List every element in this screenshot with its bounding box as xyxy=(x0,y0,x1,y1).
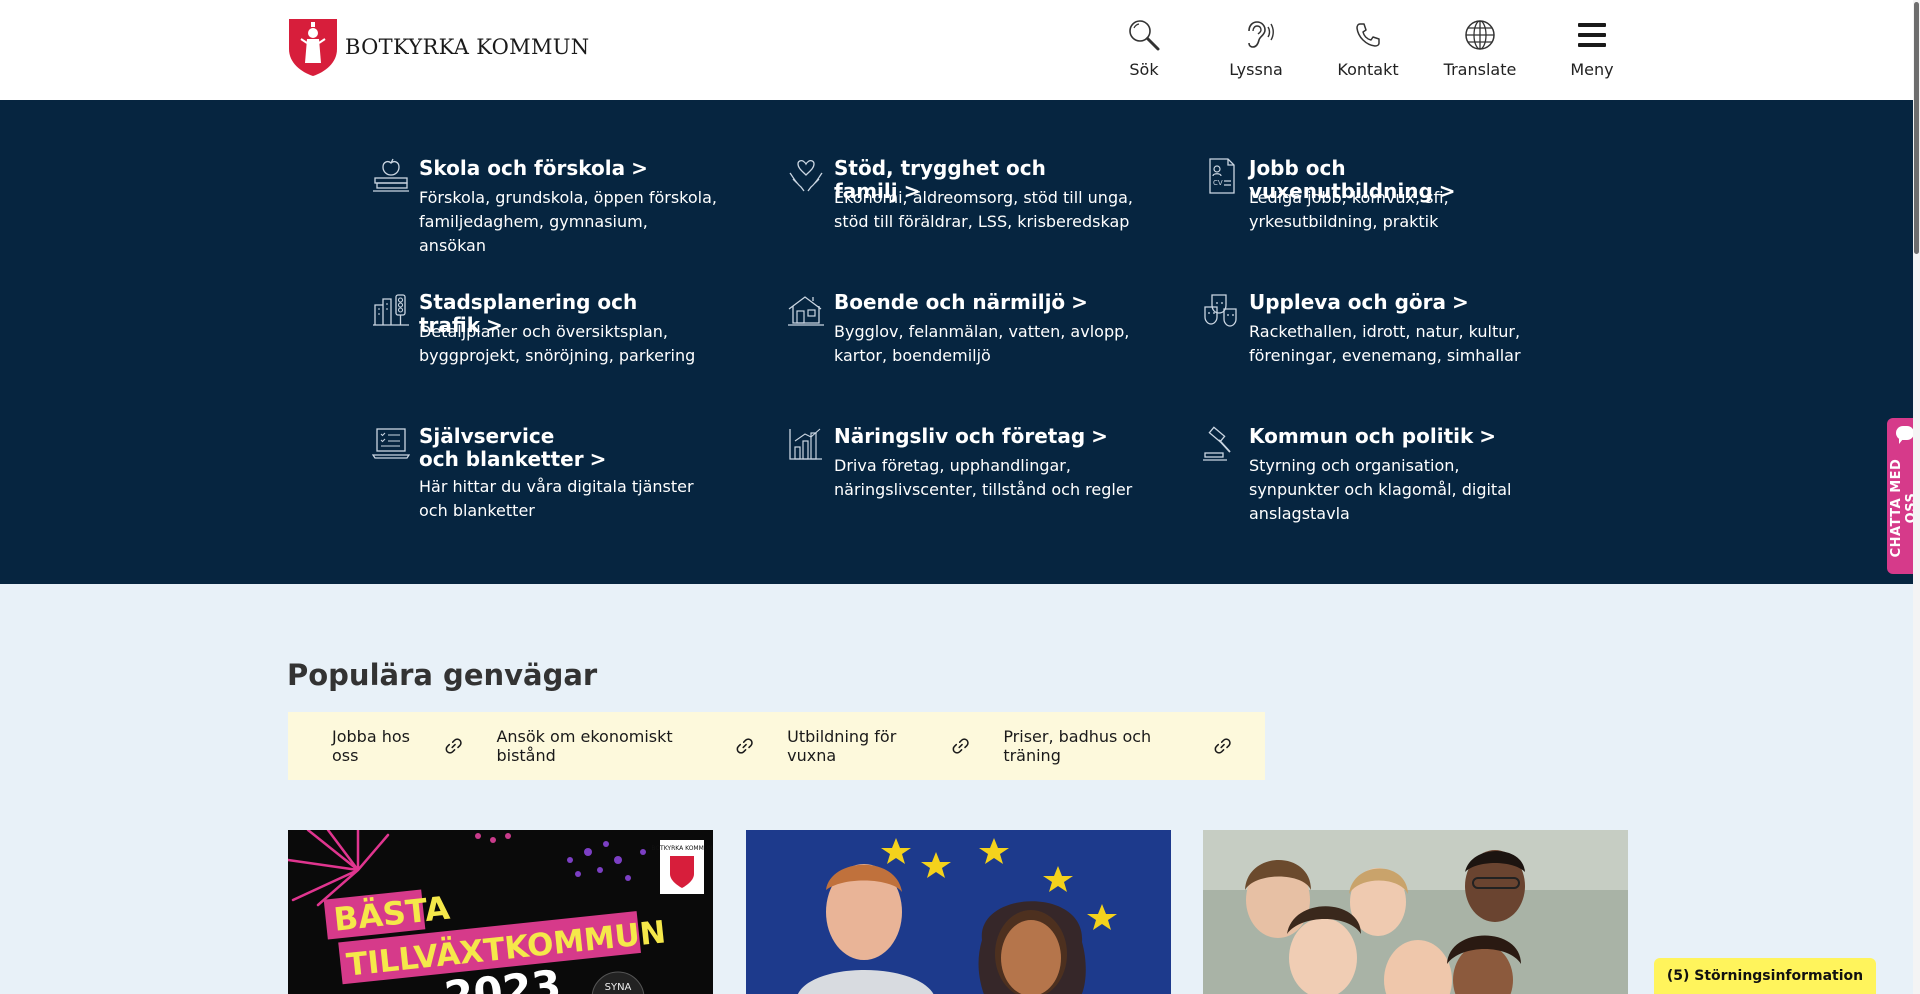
school-apple-icon xyxy=(373,158,409,192)
topic-title: Självservice och blanketter > xyxy=(419,424,607,471)
topics-panel: Skola och förskola > Förskola, grundskola… xyxy=(0,100,1913,584)
chevron-right-icon: > xyxy=(631,156,648,180)
shortcut-priser-badhus[interactable]: Priser, badhus och träning xyxy=(1003,727,1231,765)
card-logo-text: BOTKYRKA KOMMUN xyxy=(651,845,712,852)
header-nav: Sök Lyssna Kontakt Translate Meny xyxy=(1088,16,1648,86)
popular-shortcuts-bar: Jobba hos oss Ansök om ekonomiskt bistån… xyxy=(288,712,1265,780)
disturbance-label: (5) Störningsinformation xyxy=(1666,968,1864,984)
topic-description: Bygglov, felanmälan, vatten, avlopp, kar… xyxy=(834,322,1130,365)
card-image-group-of-youths xyxy=(1203,830,1628,994)
translate-label: Translate xyxy=(1443,60,1517,79)
shortcut-label: Utbildning för vuxna xyxy=(787,727,897,765)
city-traffic-icon xyxy=(373,294,409,326)
chevron-right-icon: > xyxy=(1091,424,1108,448)
news-card-tillvaxtkommun[interactable]: BOTKYRKA KOMMUN BÄSTA TILLVÄXTKOMMUN 202… xyxy=(288,830,713,994)
shortcut-utbildning-for-vuxna[interactable]: Utbildning för vuxna xyxy=(787,727,969,765)
shortcut-label: Priser, badhus och träning xyxy=(1003,727,1152,765)
bar-chart-icon xyxy=(789,428,822,460)
contact-button[interactable]: Kontakt xyxy=(1312,16,1424,86)
disturbance-info-button[interactable]: (5) Störningsinformation xyxy=(1654,958,1876,994)
shortcut-ekonomiskt-bistand[interactable]: Ansök om ekonomiskt bistånd xyxy=(496,727,753,765)
shortcut-label: Jobba hos oss xyxy=(332,727,410,765)
listen-button[interactable]: Lyssna xyxy=(1200,16,1312,86)
popular-shortcuts-heading: Populära genvägar xyxy=(287,658,598,692)
logo-text: BOTKYRKA KOMMUN xyxy=(345,35,590,59)
listen-label: Lyssna xyxy=(1229,60,1283,79)
phone-icon xyxy=(1349,16,1387,54)
card-badge-text: SYNA xyxy=(605,982,632,993)
chat-bubble-icon xyxy=(1896,426,1914,444)
gavel-icon xyxy=(1203,426,1231,461)
news-card-young-people[interactable] xyxy=(1203,830,1628,994)
heart-hands-icon xyxy=(789,159,823,192)
chevron-right-icon: > xyxy=(1071,290,1088,314)
search-label: Sök xyxy=(1129,60,1159,79)
topic-title: Kommun och politik > xyxy=(1249,424,1497,448)
house-icon xyxy=(788,296,824,326)
topic-description: Lediga jobb, komvux, sfi, yrkesutbildnin… xyxy=(1249,188,1449,231)
globe-icon xyxy=(1461,16,1499,54)
topic-description: Ekonomi, äldreomsorg, stöd till unga, st… xyxy=(834,188,1133,231)
masks-icon xyxy=(1204,294,1237,327)
topic-description: Detaljplaner och översiktsplan, byggproj… xyxy=(419,322,696,365)
topic-description: Rackethallen, idrott, natur, kultur, för… xyxy=(1249,322,1521,365)
topic-description: Styrning och organisation, synpunkter oc… xyxy=(1249,456,1512,523)
chevron-right-icon: > xyxy=(1479,424,1497,448)
search-button[interactable]: Sök xyxy=(1088,16,1200,86)
svg-text:CV: CV xyxy=(1213,179,1223,187)
search-icon xyxy=(1125,16,1163,54)
link-icon xyxy=(1214,738,1231,754)
translate-button[interactable]: Translate xyxy=(1424,16,1536,86)
topic-title: Uppleva och göra > xyxy=(1249,290,1469,314)
cv-document-icon: CV xyxy=(1209,158,1235,194)
shortcut-jobba-hos-oss[interactable]: Jobba hos oss xyxy=(332,727,462,765)
link-icon xyxy=(952,738,969,754)
site-logo[interactable]: BOTKYRKA KOMMUN xyxy=(287,17,589,77)
ear-icon xyxy=(1237,16,1275,54)
topic-description: Här hittar du våra digitala tjänster och… xyxy=(419,477,694,520)
topic-title: Näringsliv och företag > xyxy=(834,424,1108,448)
scrollbar-thumb[interactable] xyxy=(1914,2,1919,254)
topic-description: Driva företag, upphandlingar, näringsliv… xyxy=(834,456,1133,499)
link-icon xyxy=(736,738,753,754)
card-image-fireworks: BOTKYRKA KOMMUN BÄSTA TILLVÄXTKOMMUN 202… xyxy=(288,830,713,994)
laptop-form-icon xyxy=(372,428,410,459)
site-header: BOTKYRKA KOMMUN Sök Lyssna Kontakt Trans… xyxy=(0,0,1920,100)
topic-title: Boende och närmiljö > xyxy=(834,290,1088,314)
card-image-eu-flag-people xyxy=(746,830,1171,994)
vertical-scrollbar[interactable] xyxy=(1913,0,1920,994)
link-icon xyxy=(445,738,462,754)
shortcut-label: Ansök om ekonomiskt bistånd xyxy=(496,727,673,765)
hamburger-icon xyxy=(1573,16,1611,54)
topic-title: Skola och förskola > xyxy=(419,156,648,180)
news-card-eu[interactable] xyxy=(746,830,1171,994)
menu-label: Meny xyxy=(1570,60,1614,79)
contact-label: Kontakt xyxy=(1337,60,1399,79)
chevron-right-icon: > xyxy=(589,447,607,471)
coat-of-arms-icon xyxy=(289,19,337,76)
menu-button[interactable]: Meny xyxy=(1536,16,1648,86)
topic-description: Förskola, grundskola, öppen förskola, fa… xyxy=(419,188,717,255)
chevron-right-icon: > xyxy=(1452,290,1469,314)
